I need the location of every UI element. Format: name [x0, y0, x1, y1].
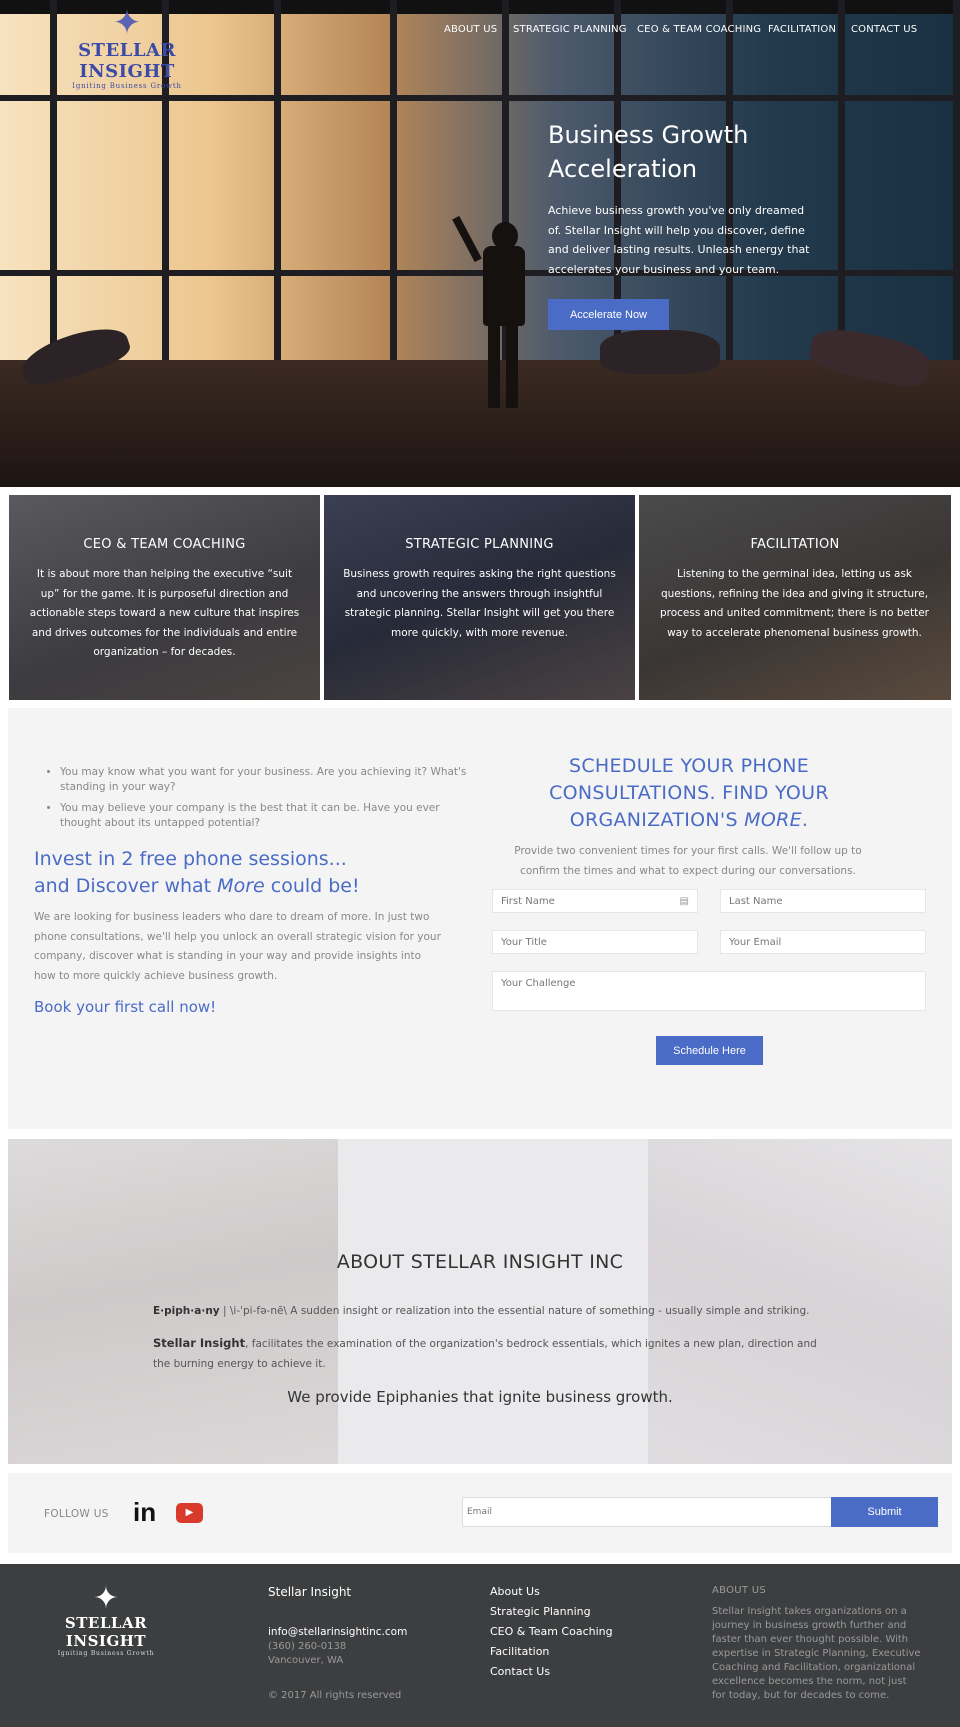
- nav-contact-us[interactable]: CONTACT US: [851, 24, 917, 35]
- service-title: STRATEGIC PLANNING: [405, 537, 554, 552]
- company-name: Stellar Insight: [153, 1336, 246, 1350]
- nav-about-us[interactable]: ABOUT US: [444, 24, 497, 35]
- logo-wordmark: STELLAR INSIGHT: [78, 40, 176, 82]
- heading-emphasis: More: [217, 875, 265, 897]
- heading-text: and Discover what: [34, 875, 218, 897]
- footer-city: Vancouver, WA: [268, 1655, 344, 1666]
- window-frame: [281, 0, 397, 362]
- form-intro: Provide two convenient times for your fi…: [514, 845, 862, 877]
- footer-logo-tagline: Igniting Business Growth: [57, 1650, 155, 1657]
- follow-section: FOLLOW US in ▶ Email Submit: [8, 1473, 952, 1553]
- hero-section: ✦ STELLAR INSIGHT Igniting Business Grow…: [0, 0, 960, 487]
- footer-link-ceo-team-coaching[interactable]: CEO & Team Coaching: [490, 1625, 613, 1638]
- last-name-input[interactable]: Last Name: [720, 889, 926, 913]
- logo-tagline: Igniting Business Growth: [72, 82, 182, 90]
- form-title-line: SCHEDULE YOUR PHONE: [568, 755, 810, 777]
- service-card-facilitation[interactable]: FACILITATION Listening to the germinal i…: [639, 495, 951, 700]
- chair: [600, 330, 720, 374]
- hero-text: Achieve business growth you've only drea…: [548, 204, 810, 276]
- consult-paragraph: We are looking for business leaders who …: [34, 911, 441, 982]
- footer-link-strategic-planning[interactable]: Strategic Planning: [490, 1605, 591, 1618]
- list-item: You may believe your company is the best…: [60, 801, 480, 831]
- service-title: CEO & TEAM COACHING: [83, 537, 246, 552]
- definition-text: | \i-ˈpi-fə-nē\ A sudden insight or real…: [219, 1305, 810, 1317]
- follow-us-label: FOLLOW US: [44, 1508, 109, 1520]
- footer-link-contact-us[interactable]: Contact Us: [490, 1665, 550, 1678]
- footer: ✦ STELLAR INSIGHT Igniting Business Grow…: [0, 1564, 960, 1727]
- youtube-icon[interactable]: ▶: [176, 1503, 203, 1523]
- nav-facilitation[interactable]: FACILITATION: [768, 24, 836, 35]
- footer-link-about-us[interactable]: About Us: [490, 1585, 540, 1598]
- service-card-planning[interactable]: STRATEGIC PLANNING Business growth requi…: [324, 495, 635, 700]
- consult-heading-line1: Invest in 2 free phone sessions...: [34, 848, 347, 870]
- form-title: SCHEDULE YOUR PHONE CONSULTATIONS. FIND …: [466, 753, 912, 834]
- footer-company-name: Stellar Insight: [268, 1585, 352, 1599]
- first-name-placeholder: First Name: [501, 896, 555, 907]
- service-text: Listening to the germinal idea, letting …: [659, 568, 929, 639]
- star-icon: ✦: [93, 1581, 119, 1616]
- person-body: [483, 246, 525, 326]
- newsletter-submit-button[interactable]: Submit: [831, 1497, 938, 1527]
- hero-floor: [0, 360, 960, 487]
- service-title: FACILITATION: [750, 537, 840, 552]
- footer-about-text: Stellar Insight takes organizations on a…: [712, 1606, 921, 1701]
- about-heading: ABOUT STELLAR INSIGHT INC: [336, 1251, 624, 1273]
- first-name-input[interactable]: First Name ▤: [492, 889, 698, 913]
- about-description: Stellar Insight, facilitates the examina…: [153, 1334, 818, 1374]
- about-section: ABOUT STELLAR INSIGHT INC E·piph·a·ny | …: [8, 1139, 952, 1464]
- accelerate-now-button[interactable]: Accelerate Now: [548, 299, 669, 330]
- footer-logo[interactable]: ✦ STELLAR INSIGHT Igniting Business Grow…: [44, 1581, 168, 1658]
- title-input[interactable]: Your Title: [492, 930, 698, 954]
- about-tagline: We provide Epiphanies that ignite busine…: [287, 1388, 673, 1406]
- consult-heading-line2: and Discover what More could be!: [34, 873, 454, 900]
- footer-phone: (360) 260-0138: [268, 1641, 347, 1652]
- service-text: It is about more than helping the execut…: [29, 568, 300, 658]
- description-text: , facilitates the examination of the org…: [153, 1338, 817, 1370]
- form-title-emphasis: MORE: [744, 809, 802, 831]
- footer-about-title: ABOUT US: [712, 1585, 767, 1596]
- consult-heading: Invest in 2 free phone sessions... and D…: [34, 846, 454, 900]
- footer-copyright: © 2017 All rights reserved: [268, 1690, 402, 1701]
- linkedin-icon[interactable]: in: [133, 1497, 156, 1528]
- person-leg: [488, 322, 500, 408]
- person-leg: [506, 322, 518, 408]
- book-call-link[interactable]: Book your first call now!: [34, 998, 216, 1016]
- bullet-list: You may know what you want for your busi…: [60, 765, 480, 837]
- footer-link-facilitation[interactable]: Facilitation: [490, 1645, 549, 1658]
- consultation-section: You may know what you want for your busi…: [8, 708, 952, 1129]
- form-title-line: ORGANIZATION'S MORE.: [466, 807, 912, 834]
- service-text: Business growth requires asking the righ…: [343, 568, 616, 639]
- form-title-text: .: [801, 809, 809, 831]
- schedule-here-button[interactable]: Schedule Here: [656, 1036, 763, 1065]
- nav-strategic-planning[interactable]: STRATEGIC PLANNING: [513, 24, 627, 35]
- list-item: You may know what you want for your busi…: [60, 765, 480, 795]
- form-title-line: CONSULTATIONS. FIND YOUR: [549, 782, 829, 804]
- hero-title: Business Growth Acceleration: [548, 121, 749, 183]
- nav-ceo-team-coaching[interactable]: CEO & TEAM COACHING: [637, 24, 761, 35]
- heading-text: could be!: [264, 875, 360, 897]
- logo[interactable]: ✦ STELLAR INSIGHT Igniting Business Grow…: [52, 6, 202, 90]
- challenge-textarea[interactable]: Your Challenge: [492, 971, 926, 1011]
- epiphany-definition: E·piph·a·ny | \i-ˈpi-fə-nē\ A sudden ins…: [153, 1305, 833, 1317]
- footer-logo-wordmark: STELLAR INSIGHT: [64, 1614, 148, 1650]
- star-icon: ✦: [112, 3, 142, 43]
- epiphany-term: E·piph·a·ny: [153, 1305, 220, 1317]
- newsletter-email-input[interactable]: Email: [462, 1497, 833, 1527]
- window-frame: [0, 0, 57, 362]
- contact-card-icon: ▤: [679, 896, 689, 907]
- footer-email-link[interactable]: info@stellarinsightinc.com: [268, 1626, 407, 1638]
- email-field[interactable]: Your Email: [720, 930, 926, 954]
- service-card-coaching[interactable]: CEO & TEAM COACHING It is about more tha…: [9, 495, 320, 700]
- about-overlay: [8, 1139, 952, 1464]
- form-title-text: ORGANIZATION'S: [569, 809, 745, 831]
